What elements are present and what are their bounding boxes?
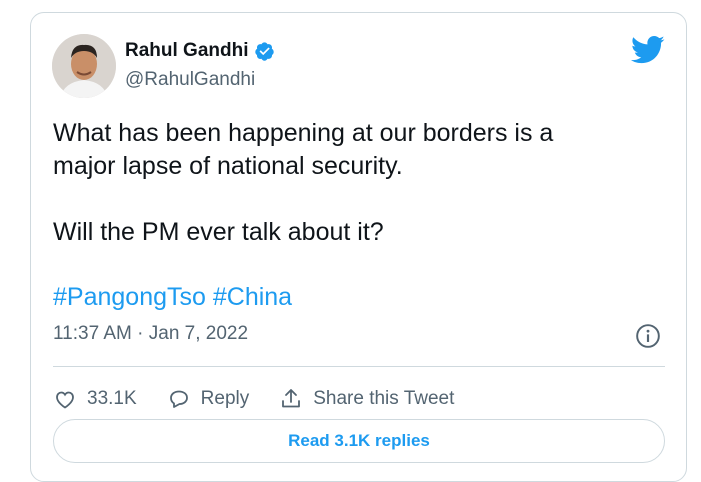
info-icon[interactable]: [635, 323, 661, 349]
reply-label: Reply: [200, 388, 250, 409]
divider: [53, 366, 665, 367]
read-replies-button[interactable]: Read 3.1K replies: [53, 419, 665, 463]
hashtag-link[interactable]: #China: [213, 283, 292, 311]
tweet-question: Will the PM ever talk about it?: [53, 218, 384, 246]
share-label: Share this Tweet: [313, 388, 455, 409]
avatar[interactable]: [52, 34, 116, 98]
twitter-logo-icon[interactable]: [631, 35, 665, 65]
author-name[interactable]: Rahul Gandhi: [125, 40, 249, 62]
tweet-text-line-1: What has been happening at our borders i…: [53, 119, 554, 147]
tweet-actions: 33.1K Reply Share this Tweet: [53, 379, 484, 419]
like-button[interactable]: 33.1K: [53, 387, 137, 411]
tweet-card: Rahul Gandhi @RahulGandhi What has been …: [30, 12, 687, 482]
share-icon: [282, 389, 301, 408]
tweet-timestamp[interactable]: 11:37 AM · Jan 7, 2022: [53, 323, 248, 345]
reply-icon: [169, 390, 188, 408]
avatar-photo-icon: [52, 34, 116, 98]
share-button[interactable]: Share this Tweet: [279, 387, 454, 411]
hashtag-link[interactable]: #PangongTso: [53, 283, 206, 311]
tweet-text-line-2: major lapse of national security.: [53, 152, 403, 180]
tweet-text: What has been happening at our borders i…: [53, 117, 653, 249]
reply-button[interactable]: Reply: [167, 387, 250, 411]
verified-badge-icon: [254, 41, 274, 61]
heart-icon: [56, 391, 74, 409]
author-handle[interactable]: @RahulGandhi: [125, 69, 255, 91]
hashtags: #PangongTso #China: [53, 281, 292, 314]
like-count: 33.1K: [87, 388, 137, 409]
